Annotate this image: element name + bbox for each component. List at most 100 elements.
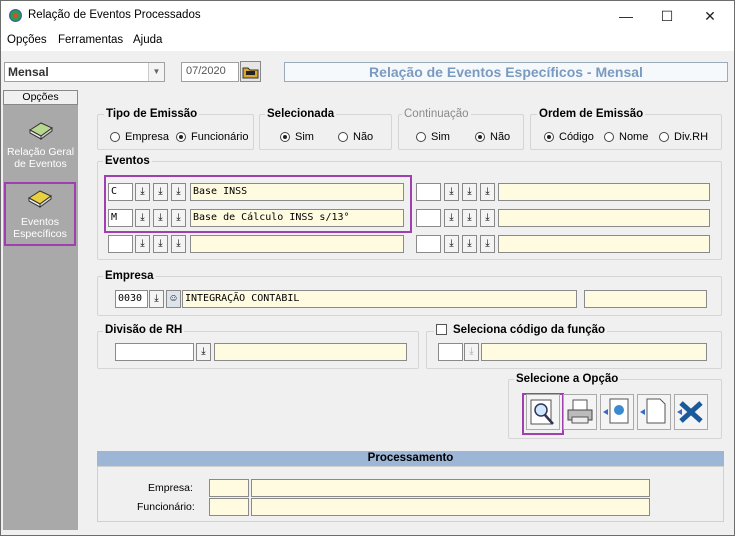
empresa-code-input[interactable]: 0030	[115, 290, 148, 308]
event-name-field[interactable]: Base de Cálculo INSS s/13°	[190, 209, 404, 227]
divisao-rh-code-input[interactable]	[115, 343, 194, 361]
radio-button[interactable]	[475, 132, 485, 143]
chevron-down-icon[interactable]: ▼	[148, 63, 164, 81]
export-icon	[603, 398, 629, 424]
preview-icon	[530, 399, 554, 425]
radio-button[interactable]	[659, 132, 669, 143]
funcao-checkbox[interactable]	[436, 324, 447, 336]
sidebar-item-label: de Eventos	[14, 158, 67, 170]
funcao-name-field	[481, 343, 707, 361]
menu-opcoes[interactable]: Opções	[7, 34, 47, 46]
radio-button[interactable]	[110, 132, 120, 143]
menu-ajuda[interactable]: Ajuda	[133, 34, 162, 46]
minimize-button[interactable]: —	[603, 4, 649, 28]
empresa-name-field[interactable]: INTEGRAÇÃO CONTABIL	[182, 290, 577, 308]
download-icon[interactable]: ⤓	[135, 235, 150, 253]
download-icon[interactable]: ⤓	[480, 235, 495, 253]
excel-icon	[677, 401, 703, 423]
preview-button[interactable]	[526, 394, 560, 430]
radio-button[interactable]	[604, 132, 614, 143]
mode-select-value: Mensal	[8, 65, 49, 79]
download-icon[interactable]: ⤓	[444, 183, 459, 201]
sidebar-item-relacao-geral[interactable]: Relação Geral de Eventos	[3, 118, 78, 170]
radio-button[interactable]	[280, 132, 290, 143]
radio-continuacao-nao[interactable]: Não	[475, 131, 510, 143]
print-button[interactable]	[563, 394, 597, 430]
divisao-rh-name-field	[214, 343, 407, 361]
event-code-input[interactable]: M	[108, 209, 133, 227]
radio-selecionada-nao[interactable]: Não	[338, 131, 373, 143]
search-person-icon[interactable]: ☺	[166, 290, 181, 308]
download-icon[interactable]: ⤓	[171, 235, 186, 253]
empresa-progress-label: Empresa:	[148, 482, 193, 494]
event-code-input[interactable]	[416, 235, 441, 253]
download-icon[interactable]: ⤓	[135, 209, 150, 227]
download-icon[interactable]: ⤓	[153, 183, 168, 201]
radio-ordem-codigo[interactable]: Código	[544, 131, 594, 143]
funcao-title[interactable]: Seleciona código da função	[434, 324, 608, 336]
download-icon[interactable]: ⤓	[135, 183, 150, 201]
funcao-code-input[interactable]	[438, 343, 463, 361]
radio-label: Funcionário	[191, 131, 249, 143]
period-input[interactable]: 07/2020	[181, 62, 239, 82]
download-icon[interactable]: ⤓	[462, 183, 477, 201]
radio-funcionario[interactable]: Funcionário	[176, 131, 248, 143]
event-name-field[interactable]	[498, 209, 710, 227]
radio-button[interactable]	[338, 132, 348, 143]
book-icon	[28, 122, 53, 140]
document-icon	[640, 398, 666, 424]
book-icon	[28, 190, 52, 208]
sidebar-header: Opções	[3, 90, 78, 105]
mode-select[interactable]: Mensal ▼	[4, 62, 165, 82]
excel-export-button[interactable]	[674, 394, 708, 430]
funcao-checkbox-label: Seleciona código da função	[453, 324, 606, 336]
processamento-header: Processamento	[97, 451, 724, 466]
download-icon[interactable]: ⤓	[462, 235, 477, 253]
radio-button[interactable]	[544, 132, 554, 143]
radio-continuacao-sim[interactable]: Sim	[416, 131, 450, 143]
download-icon[interactable]: ⤓	[149, 290, 164, 308]
download-icon[interactable]: ⤓	[444, 209, 459, 227]
selecionada-title: Selecionada	[265, 108, 337, 120]
event-code-input[interactable]: C	[108, 183, 133, 201]
menu-ferramentas[interactable]: Ferramentas	[58, 34, 123, 46]
report-header-title: Relação de Eventos Específicos - Mensal	[284, 62, 728, 82]
sidebar-item-label: Específicos	[13, 228, 67, 240]
download-icon[interactable]: ⤓	[153, 235, 168, 253]
funcionario-progress-label: Funcionário:	[137, 501, 195, 513]
radio-empresa[interactable]: Empresa	[110, 131, 169, 143]
download-icon[interactable]: ⤓	[480, 183, 495, 201]
radio-button[interactable]	[176, 132, 186, 143]
close-button[interactable]: ✕	[687, 4, 733, 28]
empresa-title: Empresa	[103, 270, 156, 282]
radio-button[interactable]	[416, 132, 426, 143]
window-title: Relação de Eventos Processados	[28, 9, 201, 21]
event-code-input[interactable]	[416, 183, 441, 201]
download-icon[interactable]: ⤓	[464, 343, 479, 361]
eventos-title: Eventos	[103, 155, 152, 167]
download-icon[interactable]: ⤓	[480, 209, 495, 227]
sidebar-item-eventos-especificos[interactable]: Eventos Específicos	[4, 182, 76, 246]
event-name-field[interactable]	[498, 183, 710, 201]
event-name-field[interactable]	[498, 235, 710, 253]
download-icon[interactable]: ⤓	[196, 343, 211, 361]
open-folder-button[interactable]	[240, 61, 261, 82]
maximize-button[interactable]: ☐	[644, 4, 690, 28]
event-name-field[interactable]: Base INSS	[190, 183, 404, 201]
app-icon	[9, 9, 22, 22]
download-icon[interactable]: ⤓	[462, 209, 477, 227]
event-code-input[interactable]	[416, 209, 441, 227]
sidebar-item-label: Eventos	[21, 216, 59, 228]
radio-ordem-divrh[interactable]: Div.RH	[659, 131, 708, 143]
radio-label: Nome	[619, 131, 649, 143]
download-icon[interactable]: ⤓	[171, 209, 186, 227]
download-icon[interactable]: ⤓	[171, 183, 186, 201]
download-icon[interactable]: ⤓	[153, 209, 168, 227]
event-code-input[interactable]	[108, 235, 133, 253]
export-button[interactable]	[600, 394, 634, 430]
download-icon[interactable]: ⤓	[444, 235, 459, 253]
radio-ordem-nome[interactable]: Nome	[604, 131, 648, 143]
event-name-field[interactable]	[190, 235, 404, 253]
document-button[interactable]	[637, 394, 671, 430]
radio-selecionada-sim[interactable]: Sim	[280, 131, 314, 143]
